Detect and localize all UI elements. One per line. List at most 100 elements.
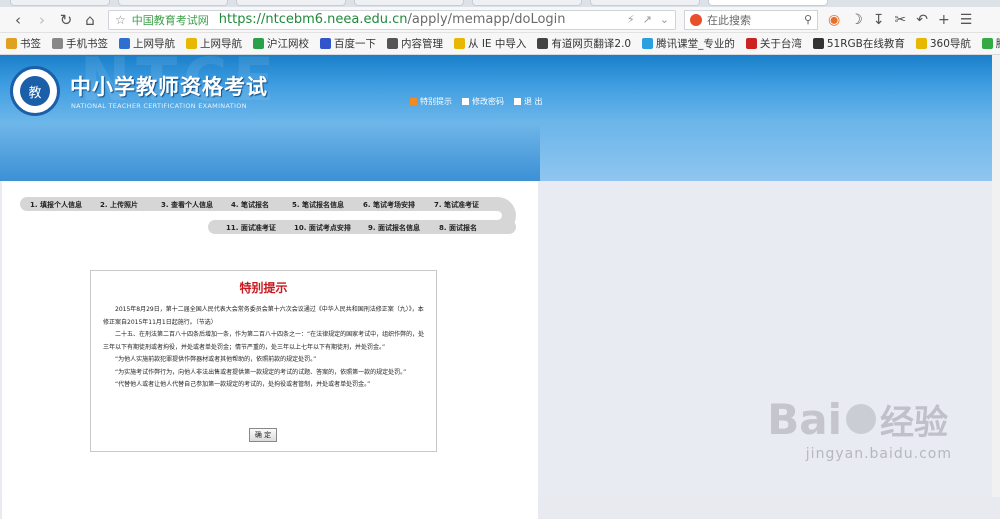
- confirm-button[interactable]: 确 定: [249, 428, 277, 442]
- bookmark-item[interactable]: 手机书签: [52, 36, 108, 51]
- step-written-admission-ticket[interactable]: 7. 笔试准考证: [434, 200, 479, 210]
- bookmark-item[interactable]: 上网导航: [119, 36, 175, 51]
- bookmark-item[interactable]: 沪江网校: [253, 36, 309, 51]
- dropdown-icon[interactable]: ⌄: [660, 13, 669, 26]
- browser-tab[interactable]: [118, 0, 228, 6]
- site-title: 中小学教师资格考试: [70, 75, 268, 99]
- bookmarks-bar: 书签 手机书签 上网导航 上网导航 沪江网校 百度一下 内容管理 从 IE 中导入 有道网页翻译…: [0, 33, 1000, 55]
- forward-icon[interactable]: ›: [30, 9, 54, 31]
- search-placeholder: 在此搜索: [707, 13, 751, 27]
- bookmark-label: 内容管理: [401, 38, 443, 50]
- compat-mode-icon[interactable]: ⚡: [627, 13, 635, 26]
- step-interview-registration[interactable]: 8. 面试报名: [439, 223, 477, 233]
- special-notice-box: 特别提示 2015年8月29日，第十二届全国人民代表大会常务委员会第十六次会议通…: [90, 270, 437, 452]
- new-tab-icon[interactable]: +: [938, 12, 950, 28]
- bookmark-label: 关于台湾: [759, 38, 802, 50]
- notice-paragraph: “代替他人或者让他人代替自己参加第一款规定的考试的，处拘役或者管制，并处或者单处…: [115, 381, 371, 388]
- search-box[interactable]: 在此搜索 ⚲: [684, 9, 818, 30]
- notice-paragraph: “为他人实施前款犯罪提供作弊器材或者其他帮助的，依照前款的规定处罚。”: [115, 356, 317, 363]
- bookmark-item[interactable]: 从 IE 中导入: [454, 36, 526, 51]
- url-protocol: https://: [218, 12, 266, 27]
- menu-icon[interactable]: ☰: [960, 12, 973, 28]
- step-upload-photo[interactable]: 2. 上传照片: [100, 200, 138, 210]
- bookmark-favicon-icon: [812, 38, 824, 49]
- page-content: NTCE 教 中小学教师资格考试 NATIONAL TEACHER CERTIF…: [0, 55, 1000, 519]
- bookmark-item[interactable]: 腾讯课堂_专业的: [642, 36, 735, 51]
- bookmark-favicon-icon: [915, 38, 927, 49]
- logout-link[interactable]: 退 出: [514, 96, 543, 107]
- bookmark-item[interactable]: 51RGB在线教育: [812, 36, 905, 51]
- bookmark-favicon-icon: [537, 38, 549, 49]
- step-view-personal-info[interactable]: 3. 查看个人信息: [161, 200, 213, 210]
- bookmark-star-icon[interactable]: ☆: [115, 13, 126, 27]
- download-icon[interactable]: ↧: [873, 12, 885, 28]
- bookmark-label: 腾讯视频: [996, 36, 1000, 51]
- bookmark-label: 腾讯课堂_专业的: [656, 38, 735, 50]
- bookmark-label: 百度一下: [334, 38, 376, 50]
- notice-paragraph: “为实施考试作弊行为，向他人非法出售或者提供第一款规定的考试的试题、答案的，依照…: [115, 368, 407, 376]
- bookmark-label: 上网导航: [133, 38, 175, 50]
- bookmark-label: 手机书签: [66, 38, 108, 50]
- bookmark-label: 51RGB在线教育: [826, 38, 905, 50]
- logout-label: 退 出: [524, 97, 543, 106]
- cut-icon[interactable]: ✂: [895, 12, 907, 28]
- step-written-registration-info[interactable]: 5. 笔试报名信息: [292, 200, 344, 210]
- header-band-right: [540, 123, 1000, 181]
- watermark-brand-right: 经验: [880, 403, 948, 443]
- url-host: ntcebm6.neea.edu.cn: [265, 12, 408, 27]
- browser-tab-active[interactable]: [708, 0, 828, 6]
- browser-tab[interactable]: [236, 0, 346, 6]
- page-scrollbar[interactable]: [992, 55, 1000, 497]
- password-icon: [462, 98, 469, 105]
- search-engine-icon[interactable]: [690, 13, 702, 26]
- logout-icon: [514, 98, 521, 105]
- bookmark-item[interactable]: 关于台湾: [745, 36, 802, 51]
- back-icon[interactable]: ‹: [6, 9, 30, 31]
- site-header: NTCE 教 中小学教师资格考试 NATIONAL TEACHER CERTIF…: [0, 55, 1000, 123]
- night-mode-icon[interactable]: ☽: [850, 12, 863, 28]
- browser-tab[interactable]: [354, 0, 464, 6]
- bookmark-favicon-icon: [119, 38, 130, 49]
- step-written-exam-room[interactable]: 6. 笔试考场安排: [363, 200, 415, 210]
- browser-tab[interactable]: [10, 0, 110, 6]
- home-icon[interactable]: ⌂: [78, 9, 102, 31]
- bookmark-label: 上网导航: [200, 38, 242, 50]
- notice-icon: [410, 98, 417, 105]
- search-icon[interactable]: ⚲: [804, 13, 812, 26]
- bookmark-item[interactable]: 360导航: [915, 36, 971, 51]
- step-fill-personal-info[interactable]: 1. 填报个人信息: [30, 200, 82, 210]
- gamepad-icon[interactable]: ◉: [828, 12, 840, 28]
- paw-logo-icon: [846, 404, 876, 434]
- exam-logo: 教: [10, 66, 60, 116]
- bookmark-item[interactable]: 书签: [6, 36, 41, 51]
- browser-tab-strip: [0, 0, 1000, 7]
- bookmark-favicon-icon: [981, 38, 993, 49]
- undo-icon[interactable]: ↶: [916, 12, 928, 28]
- bookmark-item[interactable]: 百度一下: [320, 36, 376, 51]
- bookmark-favicon-icon: [745, 38, 757, 49]
- notice-paragraph: 二十五、在刑法第二百八十四条后增加一条，作为第二百八十四条之一：“在法律规定的国…: [103, 331, 425, 351]
- site-label: 中国教育考试网: [131, 13, 209, 27]
- special-notice-link[interactable]: 特别提示: [410, 96, 452, 107]
- reload-icon[interactable]: ↻: [54, 9, 78, 31]
- change-password-link[interactable]: 修改密码: [462, 96, 504, 107]
- bookmark-item[interactable]: 腾讯视频: [981, 36, 1000, 51]
- address-bar[interactable]: ☆ 中国教育考试网 https:// ntcebm6.neea.edu.cn /…: [108, 9, 676, 30]
- step-interview-admission-ticket[interactable]: 11. 面试准考证: [226, 223, 276, 233]
- browser-toolbar: ‹ › ↻ ⌂ ☆ 中国教育考试网 https:// ntcebm6.neea.…: [0, 7, 1000, 33]
- logo-mark: 教: [20, 76, 50, 106]
- bookmark-favicon-icon: [642, 38, 654, 49]
- bookmark-item[interactable]: 内容管理: [387, 36, 443, 51]
- bookmark-favicon-icon: [186, 38, 197, 49]
- bookmark-favicon-icon: [6, 38, 17, 49]
- bookmark-item[interactable]: 上网导航: [186, 36, 242, 51]
- notice-paragraph: 2015年8月29日，第十二届全国人民代表大会常务委员会第十六次会议通过《中华人…: [103, 306, 424, 326]
- step-interview-site[interactable]: 10. 面试考点安排: [294, 223, 351, 233]
- browser-tab[interactable]: [590, 0, 700, 6]
- bookmark-item[interactable]: 有道网页翻译2.0: [537, 36, 631, 51]
- step-written-registration[interactable]: 4. 笔试报名: [231, 200, 269, 210]
- share-icon[interactable]: ↗: [643, 13, 652, 26]
- header-links: 特别提示 修改密码 退 出: [410, 96, 543, 107]
- step-interview-registration-info[interactable]: 9. 面试报名信息: [368, 223, 420, 233]
- browser-tab[interactable]: [472, 0, 582, 6]
